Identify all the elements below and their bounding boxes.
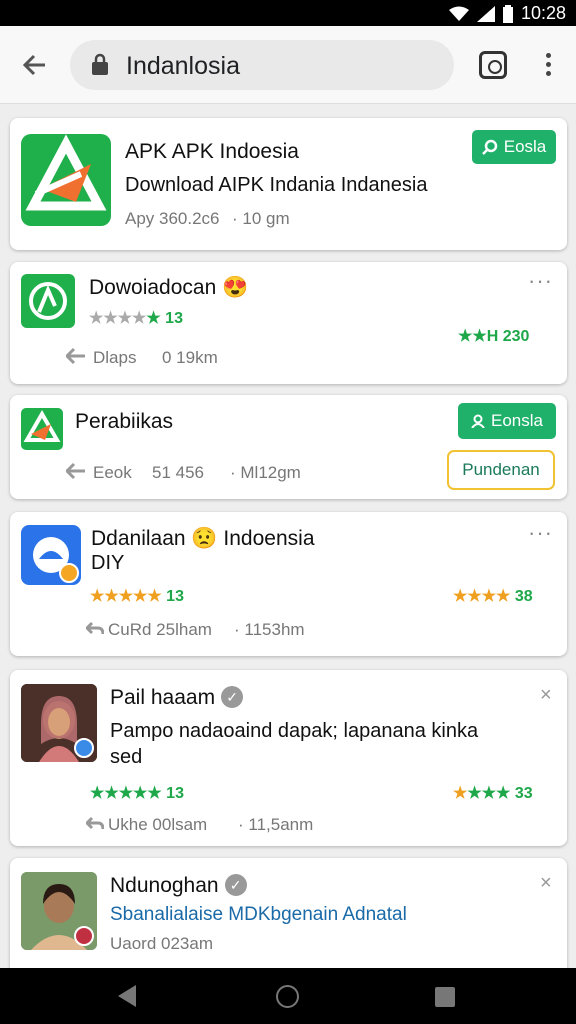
status-icons: 10:28 bbox=[448, 3, 566, 24]
card-title-suffix: Indoensia bbox=[223, 527, 315, 550]
rating-right: ★★H 230 bbox=[458, 328, 530, 345]
card-meta-right: · 1153hm bbox=[234, 620, 305, 639]
system-nav-bar bbox=[0, 968, 576, 1024]
card-meta-left: Dlaps bbox=[93, 348, 137, 367]
avatar bbox=[21, 684, 97, 762]
status-time: 10:28 bbox=[520, 3, 566, 23]
emoji-heart-eyes-icon: 😍 bbox=[222, 276, 249, 299]
rating-right: ★★★★ 38 bbox=[453, 588, 533, 605]
app-card-dowoiadocan[interactable]: Dowoiadocan 😍 ★★★★★ 13 ★★H 230 Dlaps 0 1… bbox=[10, 262, 567, 384]
install-button-label: Eonsla bbox=[491, 411, 543, 430]
rating-left-value: 13 bbox=[166, 588, 184, 605]
rating-left: ★★★★★ 13 bbox=[89, 310, 183, 327]
nav-back-icon[interactable] bbox=[118, 985, 136, 1007]
app-logo-icon bbox=[21, 408, 63, 450]
back-arrow-icon[interactable] bbox=[20, 50, 50, 80]
status-bar: 10:28 bbox=[0, 0, 576, 26]
card-meta-left: Ukhe 00lsam bbox=[108, 815, 208, 834]
rating-right-value: 230 bbox=[502, 328, 530, 345]
rating-left-value: 13 bbox=[166, 785, 184, 802]
rating-right-prefix: H bbox=[486, 328, 503, 345]
card-title: Ddanilaan 😟 Indoensia bbox=[91, 527, 315, 551]
nav-recents-icon[interactable] bbox=[435, 987, 455, 1007]
card-title-text: Ndunoghan bbox=[110, 874, 219, 897]
post-card-ndunoghan[interactable]: Ndunoghan ✓ Sbanalialaise MDKbgenain Adna… bbox=[10, 858, 567, 968]
card-title: Pail haaam ✓ bbox=[110, 686, 244, 710]
card-meta-right: · 11,5anm bbox=[238, 815, 314, 834]
reply-arrow-icon bbox=[86, 621, 104, 635]
app-card-ddanilaan[interactable]: Ddanilaan 😟 Indoensia DIY ★★★★★ 13 ★★★★ … bbox=[10, 512, 567, 656]
tab-switcher-icon[interactable] bbox=[479, 51, 507, 79]
verified-badge-icon: ✓ bbox=[221, 686, 244, 708]
battery-icon bbox=[502, 4, 513, 23]
rating-right-value: 38 bbox=[514, 588, 533, 605]
card-title: Ndunoghan ✓ bbox=[110, 874, 247, 898]
share-arrow-icon bbox=[66, 462, 85, 480]
url-text: Indanlosia bbox=[126, 52, 240, 80]
avatar bbox=[21, 872, 97, 950]
verified-badge-icon: ✓ bbox=[224, 874, 247, 896]
card-title: APK APK Indoesia bbox=[125, 140, 299, 163]
install-button[interactable]: Eonsla bbox=[458, 403, 556, 439]
close-icon[interactable]: × bbox=[540, 684, 552, 707]
wifi-icon bbox=[448, 6, 469, 21]
signal-icon bbox=[476, 5, 495, 22]
nav-home-icon[interactable] bbox=[276, 985, 299, 1008]
emoji-worried-icon: 😟 bbox=[191, 527, 218, 550]
app-logo-icon bbox=[21, 274, 75, 328]
app-list-feed: APK APK Indoesia Download AIPK Indania I… bbox=[0, 104, 576, 968]
rating-left-value: 13 bbox=[165, 310, 183, 327]
card-line2: DIY bbox=[91, 552, 125, 574]
more-options-icon[interactable]: ··· bbox=[528, 522, 553, 544]
overflow-menu-icon[interactable] bbox=[538, 50, 558, 80]
app-card-perabiikas[interactable]: Perabiikas Eeok 51 456 · Ml12gm Eonsla P… bbox=[10, 395, 567, 499]
reply-arrow-icon bbox=[86, 816, 104, 830]
card-meta-version: Apy 360.2c6 bbox=[125, 209, 220, 228]
card-meta-left: Eeok bbox=[93, 463, 132, 482]
rating-left: ★★★★★ 13 bbox=[90, 588, 184, 605]
card-meta-left: Uaord 023am bbox=[110, 934, 214, 953]
rating-right: ★★★★ 33 bbox=[453, 785, 533, 802]
card-meta-left: CuRd 25lham bbox=[108, 620, 212, 639]
card-meta-time: · Ml12gm bbox=[230, 463, 301, 482]
card-body: Pampo nadaoaind dapak; lapanana kinka bbox=[110, 720, 479, 742]
install-button[interactable]: Eosla bbox=[472, 130, 556, 164]
card-title-text: Ddanilaan bbox=[91, 527, 186, 550]
rating-left: ★★★★★ 13 bbox=[90, 785, 184, 802]
card-subtitle: Download AIPK Indania Indanesia bbox=[125, 174, 428, 196]
share-arrow-icon bbox=[66, 347, 85, 365]
card-meta-right: 0 19km bbox=[162, 348, 218, 367]
card-title: Perabiikas bbox=[75, 410, 174, 433]
outline-button[interactable]: Pundenan bbox=[447, 450, 555, 490]
rating-right-value: 33 bbox=[514, 785, 533, 802]
user-icon bbox=[471, 414, 485, 428]
card-meta-time: · 10 gm bbox=[232, 209, 290, 228]
card-meta-size: 51 456 bbox=[152, 463, 204, 482]
app-card-apk-indonesia[interactable]: APK APK Indoesia Download AIPK Indania I… bbox=[10, 118, 567, 250]
more-options-icon[interactable]: ··· bbox=[528, 270, 553, 292]
card-title-text: Dowoiadocan bbox=[89, 276, 217, 299]
address-bar[interactable]: Indanlosia bbox=[70, 40, 454, 90]
browser-toolbar: Indanlosia bbox=[0, 26, 576, 104]
card-title: Dowoiadocan 😍 bbox=[89, 276, 248, 300]
close-icon[interactable]: × bbox=[540, 872, 552, 895]
post-card-pail-haaam[interactable]: Pail haaam ✓ Pampo nadaoaind dapak; lapan… bbox=[10, 670, 567, 846]
apk-logo-icon bbox=[21, 134, 111, 226]
app-logo-icon bbox=[21, 525, 81, 585]
card-body: Sbanalialaise MDKbgenain Adnatal bbox=[110, 904, 407, 925]
search-icon bbox=[481, 139, 497, 155]
install-button-label: Eosla bbox=[503, 137, 547, 156]
card-body-line2: sed bbox=[110, 746, 143, 768]
card-title-text: Pail haaam bbox=[110, 686, 216, 709]
lock-icon bbox=[92, 53, 108, 75]
